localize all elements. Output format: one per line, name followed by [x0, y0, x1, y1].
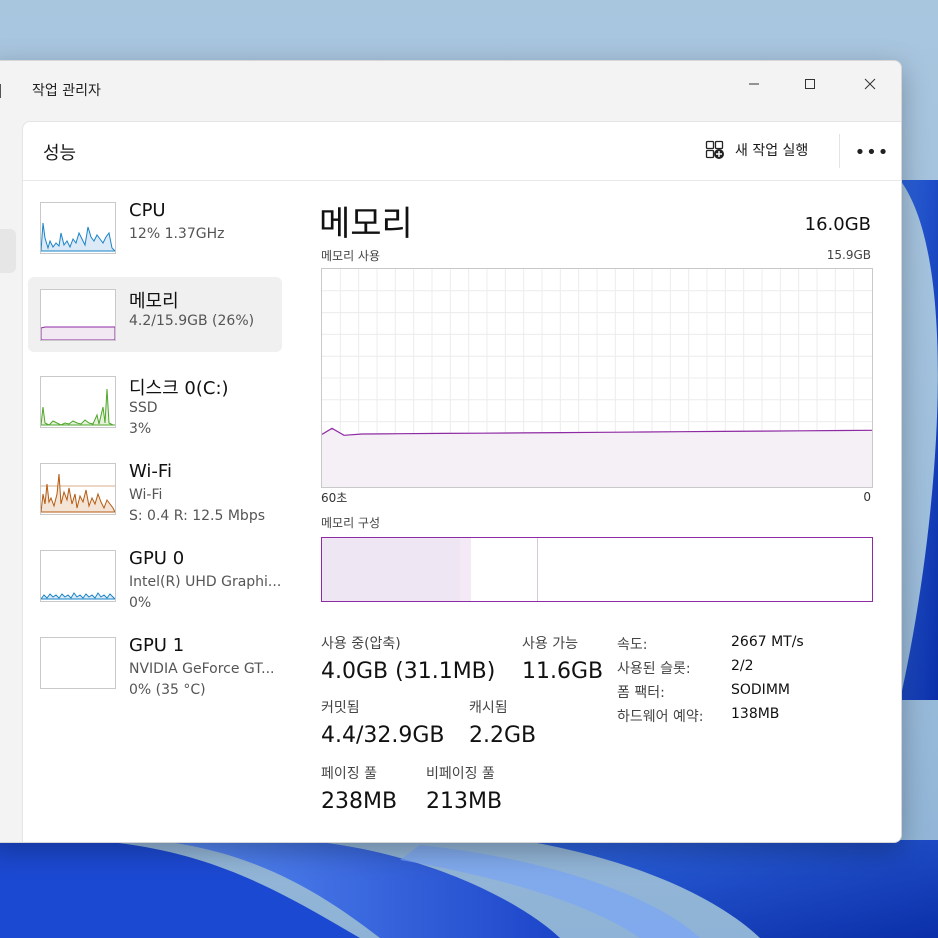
wifi-thumbnail-graph — [40, 463, 116, 515]
close-icon — [864, 78, 876, 90]
minimize-button[interactable] — [731, 67, 777, 101]
perf-item-name: 메모리 — [129, 291, 179, 312]
graph-axis-end: 0 — [863, 490, 871, 504]
property-row: 폼 팩터: SODIMM — [617, 682, 804, 706]
perf-item-name: GPU 0 — [129, 548, 185, 569]
maximize-icon — [805, 79, 815, 89]
window-title: 작업 관리자 — [32, 83, 101, 99]
composition-label: 메모리 구성 — [321, 516, 381, 530]
perf-item-detail: Intel(R) UHD Graphi... — [129, 574, 282, 590]
property-value: 2667 MT/s — [731, 634, 804, 650]
stat-value: 4.4/32.9GB — [321, 723, 445, 748]
stat-label: 캐시됨 — [469, 700, 508, 716]
gpu1-thumbnail-graph — [40, 637, 116, 689]
more-options-button[interactable]: ••• — [854, 138, 890, 166]
stat-value: 4.0GB (31.1MB) — [321, 659, 496, 684]
perf-item-memory[interactable]: 메모리 4.2/15.9GB (26%) — [28, 277, 282, 352]
performance-list: CPU 12% 1.37GHz 메모리 4.2/15.9GB (26%) 디스크… — [28, 190, 282, 712]
perf-item-name: 디스크 0(C:) — [129, 378, 229, 399]
memory-total: 16.0GB — [804, 214, 871, 235]
property-row: 속도: 2667 MT/s — [617, 634, 804, 658]
perf-item-wifi[interactable]: Wi-Fi Wi-Fi S: 0.4 R: 12.5 Mbps — [28, 451, 282, 526]
property-key: 폼 팩터: — [617, 685, 665, 701]
memory-thumbnail-graph — [40, 289, 116, 341]
stat-label: 사용 가능 — [522, 636, 578, 652]
perf-item-disk[interactable]: 디스크 0(C:) SSD 3% — [28, 364, 282, 439]
perf-item-name: Wi-Fi — [129, 461, 172, 482]
property-key: 사용된 슬롯: — [617, 661, 691, 677]
gpu0-thumbnail-graph — [40, 550, 116, 602]
perf-item-detail: 12% 1.37GHz — [129, 226, 225, 242]
stat-label: 페이징 풀 — [321, 766, 377, 782]
minimize-icon — [749, 83, 759, 85]
stat-committed: 커밋됨 4.4/32.9GB — [321, 697, 445, 748]
app-icon — [0, 84, 1, 98]
stat-label: 사용 중(압축) — [321, 636, 401, 652]
nav-rail-selected-item[interactable] — [0, 229, 16, 273]
task-manager-window: 작업 관리자 성능 새 작업 실행 ••• CPU 12% 1.37GHz 메모… — [0, 60, 902, 843]
close-button[interactable] — [847, 67, 893, 101]
stat-value: 238MB — [321, 789, 398, 814]
cpu-thumbnail-graph — [40, 202, 116, 254]
perf-item-cpu[interactable]: CPU 12% 1.37GHz — [28, 190, 282, 265]
perf-item-detail: NVIDIA GeForce GT... — [129, 661, 275, 677]
stat-value: 11.6GB — [522, 659, 604, 684]
stat-paged-pool: 페이징 풀 238MB — [321, 763, 397, 814]
composition-standby — [470, 538, 538, 601]
stat-label: 비페이징 풀 — [426, 766, 495, 782]
stat-value: 2.2GB — [469, 723, 537, 748]
stat-cached: 캐시됨 2.2GB — [469, 697, 536, 748]
stat-label: 커밋됨 — [321, 700, 360, 716]
stat-nonpaged-pool: 비페이징 풀 213MB — [426, 763, 502, 814]
run-new-task-button[interactable]: 새 작업 실행 — [705, 140, 808, 160]
perf-item-detail: 4.2/15.9GB (26%) — [129, 313, 255, 329]
perf-item-gpu1[interactable]: GPU 1 NVIDIA GeForce GT... 0% (35 °C) — [28, 625, 282, 700]
stat-available: 사용 가능 11.6GB — [522, 633, 603, 684]
perf-item-usage: S: 0.4 R: 12.5 Mbps — [129, 508, 266, 524]
perf-item-usage: 0% (35 °C) — [129, 682, 206, 698]
perf-item-detail: SSD — [129, 400, 158, 416]
performance-page: 성능 새 작업 실행 ••• CPU 12% 1.37GHz 메모리 4.2/1… — [22, 121, 901, 842]
property-value: SODIMM — [731, 682, 790, 698]
more-icon: ••• — [854, 141, 890, 163]
header-divider — [839, 134, 840, 168]
memory-properties: 속도: 2667 MT/s 사용된 슬롯: 2/2 폼 팩터: SODIMM 하드웨어… — [617, 634, 804, 730]
property-row: 하드웨어 예약: 138MB — [617, 706, 804, 730]
disk-thumbnail-graph — [40, 376, 116, 428]
property-key: 하드웨어 예약: — [617, 709, 704, 725]
title-bar[interactable]: 작업 관리자 — [0, 61, 901, 119]
stat-in-use: 사용 중(압축) 4.0GB (31.1MB) — [321, 633, 495, 684]
page-title: 성능 — [43, 143, 77, 164]
memory-composition-bar — [321, 537, 873, 602]
new-task-icon — [705, 140, 724, 159]
detail-title: 메모리 — [319, 204, 413, 244]
run-new-task-label: 새 작업 실행 — [735, 143, 809, 159]
page-header: 성능 새 작업 실행 ••• — [23, 122, 901, 181]
perf-item-name: GPU 1 — [129, 635, 185, 656]
perf-item-name: CPU — [129, 200, 166, 221]
property-key: 속도: — [617, 637, 648, 653]
property-row: 사용된 슬롯: 2/2 — [617, 658, 804, 682]
memory-usage-area — [322, 428, 872, 487]
perf-item-gpu0[interactable]: GPU 0 Intel(R) UHD Graphi... 0% — [28, 538, 282, 613]
perf-item-usage: 3% — [129, 421, 152, 437]
property-value: 2/2 — [731, 658, 754, 674]
composition-in-use — [322, 538, 461, 601]
maximize-button[interactable] — [787, 67, 833, 101]
memory-usage-graph — [321, 268, 873, 488]
usage-graph-label: 메모리 사용 — [321, 249, 381, 263]
perf-item-detail: Wi-Fi — [129, 487, 163, 503]
stat-value: 213MB — [426, 789, 503, 814]
property-value: 138MB — [731, 706, 780, 722]
perf-item-usage: 0% — [129, 595, 152, 611]
usage-graph-max: 15.9GB — [826, 248, 871, 262]
graph-axis-start: 60초 — [321, 491, 348, 505]
